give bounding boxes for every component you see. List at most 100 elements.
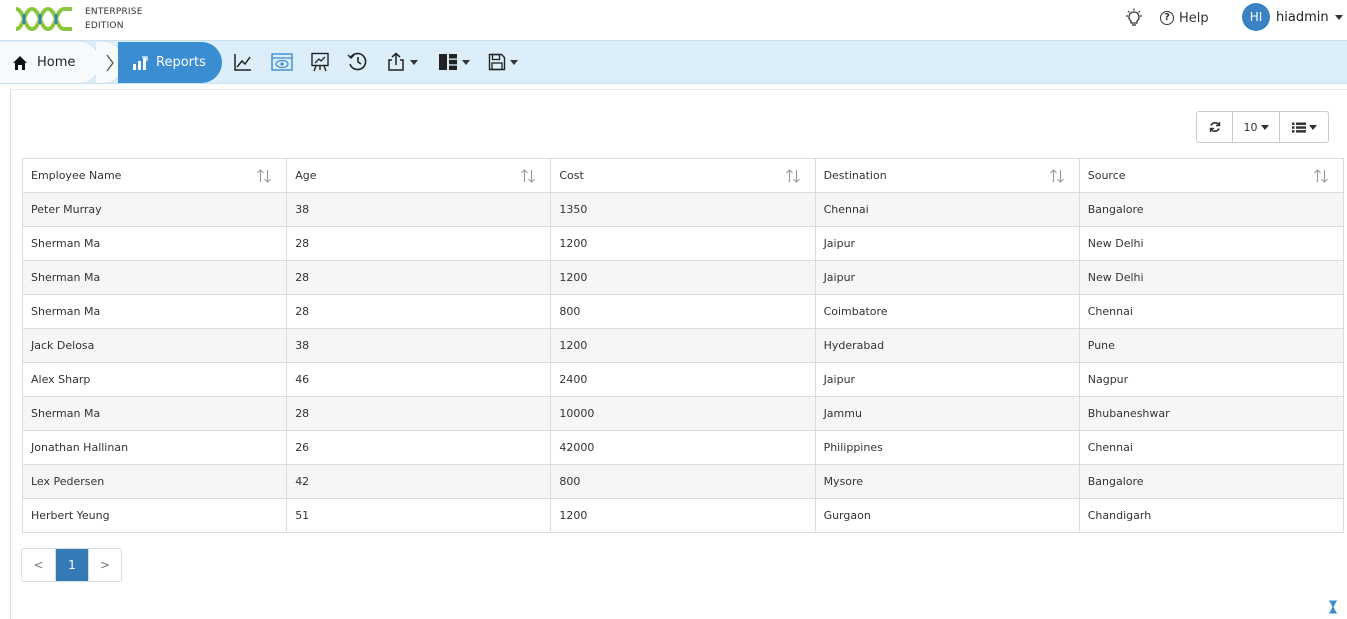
table-cell: 800	[550, 294, 816, 329]
history-button[interactable]	[347, 51, 368, 73]
edition-line-1: ENTERPRISE	[85, 7, 143, 17]
presentation-icon	[311, 52, 329, 72]
table-cell: Coimbatore	[814, 294, 1080, 329]
table-cell: Jaipur	[814, 226, 1080, 261]
table-cell: Sherman Ma	[21, 260, 288, 295]
sort-icon[interactable]	[1313, 168, 1329, 184]
history-icon	[347, 52, 367, 71]
table-row: Alex Sharp 46 2400 Jaipur Nagpur	[21, 362, 1345, 397]
chevron-right-icon	[106, 54, 114, 71]
table-cell: 1350	[550, 192, 816, 227]
column-header[interactable]: Destination	[814, 158, 1080, 193]
column-header-label: Age	[295, 169, 317, 182]
table-row: Peter Murray 38 1350 Chennai Bangalore	[21, 192, 1345, 227]
data-table: Employee Name Age Cost Destination Sourc…	[21, 158, 1345, 533]
table-cell: Chandigarh	[1078, 498, 1345, 533]
edition-label: ENTERPRISE EDITION	[85, 5, 143, 33]
user-menu[interactable]: HI hiadmin	[1242, 3, 1343, 31]
table-cell: Chennai	[1078, 294, 1345, 329]
table-cell: Sherman Ma	[21, 396, 288, 431]
top-header: ENTERPRISE EDITION ? Help HI hiadmin	[0, 0, 1347, 40]
home-icon	[13, 55, 27, 70]
breadcrumb-reports-label: Reports	[156, 55, 206, 70]
layout-icon	[439, 54, 457, 70]
table-cell: Sherman Ma	[21, 294, 288, 329]
line-chart-button[interactable]	[233, 51, 253, 73]
table-row: Sherman Ma 28 10000 Jammu Bhubaneshwar	[21, 396, 1345, 431]
chevron-down-icon	[1308, 124, 1317, 130]
sort-icon[interactable]	[785, 168, 801, 184]
table-cell: Nagpur	[1078, 362, 1345, 397]
table-cell: 1200	[550, 226, 816, 261]
save-button[interactable]	[488, 51, 518, 73]
refresh-icon	[1209, 122, 1220, 132]
presentation-button[interactable]	[310, 51, 330, 73]
column-header[interactable]: Employee Name	[21, 158, 288, 193]
help-label: Help	[1179, 10, 1209, 26]
table-cell: Bangalore	[1078, 192, 1345, 227]
table-row: Sherman Ma 28 1200 Jaipur New Delhi	[21, 260, 1345, 295]
table-cell: 38	[286, 192, 552, 227]
chevron-down-icon	[1334, 14, 1343, 20]
export-button[interactable]	[386, 51, 418, 73]
pagination: < 1 >	[21, 548, 122, 582]
table-cell: Sherman Ma	[21, 226, 288, 261]
lightbulb-icon[interactable]	[1124, 8, 1144, 28]
table-cell: New Delhi	[1078, 260, 1345, 295]
help-link[interactable]: ? Help	[1160, 9, 1209, 27]
layout-button[interactable]	[438, 51, 470, 73]
table-cell: 42000	[550, 430, 816, 465]
table-cell: Chennai	[814, 192, 1080, 227]
table-cell: 51	[286, 498, 552, 533]
table-cell: Pune	[1078, 328, 1345, 363]
table-cell: Jonathan Hallinan	[21, 430, 288, 465]
table-cell: 1200	[550, 498, 816, 533]
table-cell: Jammu	[814, 396, 1080, 431]
prev-page-button[interactable]: <	[22, 549, 55, 581]
refresh-button[interactable]	[1197, 112, 1233, 142]
page-size-select[interactable]: 10	[1233, 112, 1280, 142]
table-cell: 38	[286, 328, 552, 363]
help-icon: ?	[1160, 11, 1174, 25]
sort-icon[interactable]	[1049, 168, 1065, 184]
table-cell: Gurgaon	[814, 498, 1080, 533]
preview-button[interactable]	[271, 51, 293, 73]
table-cell: Bhubaneshwar	[1078, 396, 1345, 431]
chevron-down-icon	[1260, 124, 1269, 130]
username: hiadmin	[1276, 9, 1329, 25]
table-cell: 28	[286, 294, 552, 329]
table-cell: 1200	[550, 328, 816, 363]
table-cell: 28	[286, 396, 552, 431]
table-cell: Hyderabad	[814, 328, 1080, 363]
column-header[interactable]: Source	[1078, 158, 1345, 193]
table-cell: New Delhi	[1078, 226, 1345, 261]
table-row: Lex Pedersen 42 800 Mysore Bangalore	[21, 464, 1345, 499]
chevron-down-icon	[410, 59, 418, 65]
column-list-button[interactable]	[1280, 112, 1328, 142]
table-row: Jonathan Hallinan 26 42000 Philippines Chenn…	[21, 430, 1345, 465]
avatar: HI	[1242, 3, 1270, 31]
table-cell: 46	[286, 362, 552, 397]
table-cell: Herbert Yeung	[21, 498, 288, 533]
breadcrumb-home-label: Home	[37, 55, 76, 70]
breadcrumb-reports[interactable]: Reports	[118, 42, 222, 83]
table-cell: 28	[286, 260, 552, 295]
table-cell: Jaipur	[814, 362, 1080, 397]
next-page-button[interactable]: >	[88, 549, 121, 581]
table-cell: 2400	[550, 362, 816, 397]
table-controls: 10	[1196, 111, 1329, 143]
table-row: Herbert Yeung 51 1200 Gurgaon Chandigarh	[21, 498, 1345, 533]
table-cell: 42	[286, 464, 552, 499]
export-icon	[388, 52, 404, 71]
table-cell: Peter Murray	[21, 192, 288, 227]
breadcrumb-home[interactable]: Home	[0, 42, 100, 83]
page-1-button[interactable]: 1	[55, 549, 88, 581]
column-header[interactable]: Age	[286, 158, 552, 193]
sort-icon[interactable]	[520, 168, 536, 184]
sort-icon[interactable]	[256, 168, 272, 184]
table-header-row: Employee Name Age Cost Destination Sourc…	[21, 158, 1345, 193]
table-cell: Lex Pedersen	[21, 464, 288, 499]
column-header[interactable]: Cost	[550, 158, 816, 193]
column-header-label: Employee Name	[31, 169, 122, 182]
logo-icon[interactable]	[14, 5, 74, 33]
